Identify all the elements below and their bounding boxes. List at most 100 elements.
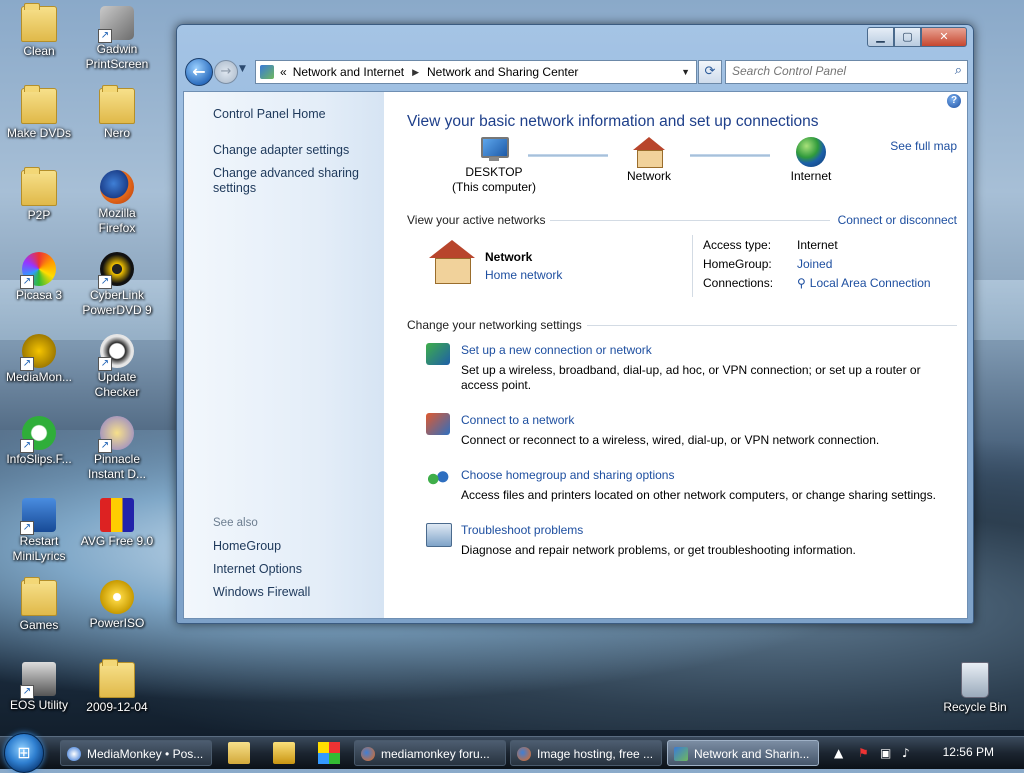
active-network-name: Network xyxy=(485,250,533,264)
system-tray: ▲ ⚑ ▣ ♪ xyxy=(834,737,1024,769)
taskbar-button-mediamonkey-forum[interactable]: mediamonkey foru... xyxy=(354,740,506,766)
change-adapter-settings-link[interactable]: Change adapter settings xyxy=(213,143,373,158)
show-hidden-icons-icon[interactable]: ▲ xyxy=(834,746,843,760)
breadcrumb-network-sharing-center[interactable]: Network and Sharing Center xyxy=(427,65,578,79)
see-full-map-link[interactable]: See full map xyxy=(890,139,957,153)
local-area-connection-link[interactable]: Local Area Connection xyxy=(810,276,931,295)
media-quicklaunch-icon[interactable] xyxy=(273,742,295,764)
windows-firewall-link[interactable]: Windows Firewall xyxy=(213,585,373,600)
taskbar: ⊞ MediaMonkey • Pos... mediamonkey foru.… xyxy=(0,733,1024,773)
change-advanced-sharing-link[interactable]: Change advanced sharing settings xyxy=(213,166,363,196)
desktop-icon-clean[interactable]: Clean xyxy=(1,3,77,59)
network-tray-icon[interactable]: ▣ xyxy=(880,746,891,760)
help-icon[interactable]: ? xyxy=(947,94,961,108)
explorer-quicklaunch-icon[interactable] xyxy=(228,742,250,764)
desktop-icon-picasa[interactable]: Picasa 3 xyxy=(1,252,77,303)
internet-options-link[interactable]: Internet Options xyxy=(213,562,373,577)
forward-button[interactable]: → xyxy=(214,60,238,84)
desktop-icon-mediamonkey[interactable]: MediaMon... xyxy=(1,334,77,385)
breadcrumb-separator-icon[interactable]: ▶ xyxy=(412,67,419,78)
desktop-icon-p2p[interactable]: P2P xyxy=(1,167,77,223)
eos-utility-icon xyxy=(20,662,56,699)
network-sharing-center-window[interactable]: ▁ ▢ ✕ ← → ▼ « Network and Internet ▶ Net… xyxy=(176,24,974,624)
action-center-icon[interactable]: ⚑ xyxy=(858,746,869,760)
volume-icon[interactable]: ♪ xyxy=(902,746,910,760)
desktop-icon-make-dvds[interactable]: Make DVDs xyxy=(1,85,77,141)
connect-network-link[interactable]: Connect to a network xyxy=(461,413,574,428)
active-networks-heading: View your active networks xyxy=(407,213,546,227)
desktop-icon-games[interactable]: Games xyxy=(1,577,77,633)
taskbar-label: Network and Sharin... xyxy=(694,747,810,761)
desktop-icon-nero[interactable]: Nero xyxy=(79,85,155,141)
maximize-button[interactable]: ▢ xyxy=(894,27,921,47)
control-panel-home-link[interactable]: Control Panel Home xyxy=(213,107,373,122)
windows-quicklaunch-icon[interactable] xyxy=(318,742,340,764)
desktop-icon-firefox[interactable]: Mozilla Firefox xyxy=(79,170,155,236)
refresh-button[interactable]: ⟳ xyxy=(698,60,722,84)
desktop-icon-poweriso[interactable]: PowerISO xyxy=(79,580,155,631)
back-button[interactable]: ← xyxy=(185,58,213,86)
map-network[interactable]: Network xyxy=(614,137,684,184)
taskbar-label: mediamonkey foru... xyxy=(381,747,490,761)
connect-or-disconnect-link[interactable]: Connect or disconnect xyxy=(838,213,957,227)
troubleshoot-link[interactable]: Troubleshoot problems xyxy=(461,523,583,538)
desktop-icon-powerdvd[interactable]: CyberLink PowerDVD 9 xyxy=(79,252,155,318)
minilyrics-icon xyxy=(20,498,56,535)
folder-icon xyxy=(21,577,57,616)
clock[interactable]: 12:56 PM xyxy=(943,745,994,759)
troubleshoot-icon xyxy=(426,523,452,547)
address-dropdown-icon[interactable]: ▼ xyxy=(681,67,690,77)
firefox-icon xyxy=(100,170,134,204)
map-this-computer[interactable]: DESKTOP (This computer) xyxy=(439,137,549,195)
firefox-icon xyxy=(517,747,531,761)
ie-icon xyxy=(67,747,81,761)
desktop-icon-gadwin[interactable]: Gadwin PrintScreen xyxy=(79,6,155,72)
minimize-button[interactable]: ▁ xyxy=(867,27,894,47)
desktop-icon-update-checker[interactable]: Update Checker xyxy=(79,334,155,400)
desktop-icon-eos-utility[interactable]: EOS Utility xyxy=(1,662,77,713)
computer-name: DESKTOP xyxy=(465,165,523,179)
main-pane: ? View your basic network information an… xyxy=(384,92,967,618)
camera-icon xyxy=(98,6,134,43)
access-type-label: Access type: xyxy=(703,238,772,252)
desktop-icon-recycle-bin[interactable]: Recycle Bin xyxy=(937,662,1013,715)
poweriso-icon xyxy=(100,580,134,614)
control-panel-icon xyxy=(260,65,274,79)
home-network-icon xyxy=(633,137,665,168)
globe-icon xyxy=(796,137,826,167)
address-bar[interactable]: « Network and Internet ▶ Network and Sha… xyxy=(255,60,697,84)
desktop-icon-minilyrics[interactable]: Restart MiniLyrics xyxy=(1,498,77,564)
desktop-icon-pinnacle[interactable]: Pinnacle Instant D... xyxy=(79,416,155,482)
recent-pages-dropdown[interactable]: ▼ xyxy=(239,64,246,74)
connect-network-desc: Connect or reconnect to a wireless, wire… xyxy=(461,433,880,447)
computer-icon xyxy=(479,137,509,161)
desktop-icon-avg[interactable]: AVG Free 9.0 xyxy=(79,498,155,549)
desktop-icon-infoslips[interactable]: InfoSlips.F... xyxy=(1,416,77,467)
recycle-bin-icon xyxy=(961,662,989,698)
setup-connection-link[interactable]: Set up a new connection or network xyxy=(461,343,652,358)
control-panel-icon xyxy=(674,747,688,761)
homegroup-sharing-link[interactable]: Choose homegroup and sharing options xyxy=(461,468,674,483)
troubleshoot-desc: Diagnose and repair network problems, or… xyxy=(461,543,856,557)
close-button[interactable]: ✕ xyxy=(921,27,967,47)
taskbar-button-image-hosting[interactable]: Image hosting, free ... xyxy=(510,740,662,766)
breadcrumb-network-internet[interactable]: Network and Internet xyxy=(293,65,404,79)
setup-connection-desc: Set up a wireless, broadband, dial-up, a… xyxy=(461,363,921,392)
map-internet[interactable]: Internet xyxy=(776,137,846,184)
breadcrumb-overflow[interactable]: « xyxy=(280,65,287,79)
vertical-divider xyxy=(692,235,693,297)
search-input[interactable] xyxy=(726,61,943,81)
search-box[interactable]: ⌕ xyxy=(725,60,968,84)
section-divider xyxy=(550,220,830,221)
folder-icon xyxy=(99,659,135,698)
desktop-icon-folder-2009[interactable]: 2009-12-04 xyxy=(79,659,155,715)
start-button[interactable]: ⊞ xyxy=(4,733,44,773)
homegroup-joined-link[interactable]: Joined xyxy=(797,257,832,276)
search-icon[interactable]: ⌕ xyxy=(955,63,962,78)
network-type-link[interactable]: Home network xyxy=(485,268,562,282)
new-connection-icon xyxy=(426,343,450,365)
homegroup-link[interactable]: HomeGroup xyxy=(213,539,373,554)
taskbar-button-network-sharing[interactable]: Network and Sharin... xyxy=(667,740,819,766)
left-task-pane: Control Panel Home Change adapter settin… xyxy=(184,92,384,618)
taskbar-button-mediamonkey-post[interactable]: MediaMonkey • Pos... xyxy=(60,740,212,766)
